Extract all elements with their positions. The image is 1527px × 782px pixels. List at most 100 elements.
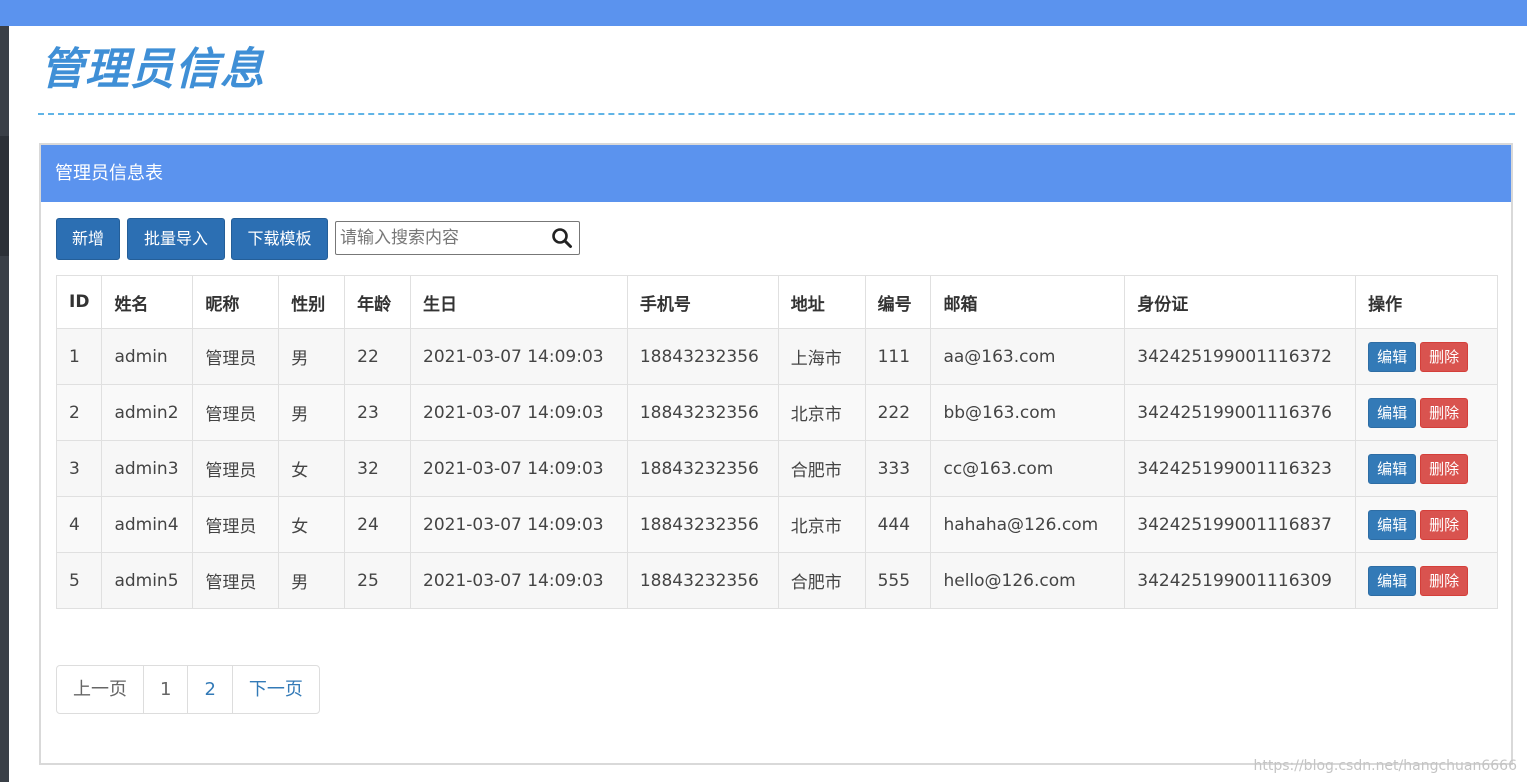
cell-id-card: 342425199001116323 (1124, 440, 1357, 497)
cell-number: 444 (864, 496, 932, 553)
cell-age: 32 (344, 440, 412, 497)
add-button[interactable]: 新增 (56, 218, 120, 260)
cell-actions: 编辑 删除 (1355, 384, 1498, 441)
cell-age: 23 (344, 384, 412, 441)
cell-id: 2 (55, 384, 103, 441)
table-row: 4 admin4 管理员 女 24 2021-03-07 14:09:03 18… (55, 496, 1498, 553)
title-divider (38, 113, 1515, 115)
cell-birthday: 2021-03-07 14:09:03 (410, 496, 628, 553)
search-box (335, 221, 580, 255)
search-input[interactable] (336, 222, 548, 254)
cell-number: 333 (864, 440, 932, 497)
cell-nickname: 管理员 (192, 440, 280, 497)
edit-button[interactable]: 编辑 (1368, 509, 1417, 540)
column-header-id-card[interactable]: 身份证 (1124, 275, 1357, 329)
batch-import-button[interactable]: 批量导入 (127, 218, 225, 260)
cell-email: bb@163.com (930, 384, 1126, 441)
edit-button[interactable]: 编辑 (1368, 397, 1417, 428)
edit-button[interactable]: 编辑 (1368, 453, 1417, 484)
column-header-email[interactable]: 邮箱 (930, 275, 1126, 329)
cell-birthday: 2021-03-07 14:09:03 (410, 440, 628, 497)
cell-birthday: 2021-03-07 14:09:03 (410, 384, 628, 441)
cell-name: admin5 (101, 552, 194, 609)
cell-phone: 18843232356 (626, 384, 779, 441)
delete-button[interactable]: 删除 (1420, 397, 1469, 428)
pagination-page-2[interactable]: 2 (187, 666, 231, 713)
pagination-page-1[interactable]: 1 (143, 666, 187, 713)
cell-id-card: 342425199001116309 (1124, 552, 1357, 609)
cell-actions: 编辑 删除 (1355, 440, 1498, 497)
cell-nickname: 管理员 (192, 552, 280, 609)
panel-heading: 管理员信息表 (41, 145, 1511, 202)
cell-id-card: 342425199001116837 (1124, 496, 1357, 553)
cell-birthday: 2021-03-07 14:09:03 (410, 328, 628, 385)
cell-gender: 男 (278, 552, 346, 609)
cell-id: 4 (55, 496, 103, 553)
page-title: 管理员信息 (40, 44, 265, 95)
cell-number: 555 (864, 552, 932, 609)
cell-address: 上海市 (777, 328, 866, 385)
table-row: 2 admin2 管理员 男 23 2021-03-07 14:09:03 18… (55, 384, 1498, 441)
cell-address: 合肥市 (777, 440, 866, 497)
left-sidebar-strip (0, 26, 9, 782)
column-header-address[interactable]: 地址 (777, 275, 866, 329)
cell-phone: 18843232356 (626, 552, 779, 609)
cell-gender: 男 (278, 328, 346, 385)
cell-gender: 男 (278, 384, 346, 441)
top-bar (0, 0, 1527, 26)
edit-button[interactable]: 编辑 (1368, 565, 1417, 596)
column-header-id[interactable]: ID (55, 275, 103, 329)
cell-id: 5 (55, 552, 103, 609)
column-header-nickname[interactable]: 昵称 (192, 275, 280, 329)
admin-info-panel: 管理员信息表 新增 批量导入 下载模板 ID 姓名 昵称 性别 年龄 生日 手机… (39, 143, 1513, 765)
cell-name: admin2 (101, 384, 194, 441)
cell-email: cc@163.com (930, 440, 1126, 497)
cell-phone: 18843232356 (626, 328, 779, 385)
admin-table: ID 姓名 昵称 性别 年龄 生日 手机号 地址 编号 邮箱 身份证 操作 1 … (55, 275, 1498, 609)
cell-email: aa@163.com (930, 328, 1126, 385)
delete-button[interactable]: 删除 (1420, 453, 1469, 484)
pagination-prev[interactable]: 上一页 (57, 666, 143, 713)
cell-name: admin4 (101, 496, 194, 553)
delete-button[interactable]: 删除 (1420, 565, 1469, 596)
table-header-row: ID 姓名 昵称 性别 年龄 生日 手机号 地址 编号 邮箱 身份证 操作 (55, 275, 1498, 329)
cell-number: 111 (864, 328, 932, 385)
cell-address: 合肥市 (777, 552, 866, 609)
cell-email: hello@126.com (930, 552, 1126, 609)
edit-button[interactable]: 编辑 (1368, 341, 1417, 372)
pagination: 上一页 1 2 下一页 (56, 665, 320, 714)
column-header-gender[interactable]: 性别 (278, 275, 346, 329)
table-row: 5 admin5 管理员 男 25 2021-03-07 14:09:03 18… (55, 552, 1498, 609)
search-icon[interactable] (551, 227, 573, 249)
cell-phone: 18843232356 (626, 440, 779, 497)
cell-phone: 18843232356 (626, 496, 779, 553)
cell-actions: 编辑 删除 (1355, 328, 1498, 385)
cell-age: 24 (344, 496, 412, 553)
column-header-birthday[interactable]: 生日 (410, 275, 628, 329)
column-header-number[interactable]: 编号 (864, 275, 932, 329)
column-header-actions: 操作 (1355, 275, 1498, 329)
delete-button[interactable]: 删除 (1420, 509, 1469, 540)
cell-actions: 编辑 删除 (1355, 496, 1498, 553)
cell-id-card: 342425199001116372 (1124, 328, 1357, 385)
pagination-next[interactable]: 下一页 (231, 666, 319, 713)
cell-nickname: 管理员 (192, 496, 280, 553)
cell-name: admin (101, 328, 194, 385)
cell-id-card: 342425199001116376 (1124, 384, 1357, 441)
cell-id: 1 (55, 328, 103, 385)
delete-button[interactable]: 删除 (1420, 341, 1469, 372)
cell-address: 北京市 (777, 496, 866, 553)
cell-actions: 编辑 删除 (1355, 552, 1498, 609)
column-header-phone[interactable]: 手机号 (626, 275, 779, 329)
cell-number: 222 (864, 384, 932, 441)
cell-age: 22 (344, 328, 412, 385)
column-header-name[interactable]: 姓名 (101, 275, 194, 329)
column-header-age[interactable]: 年龄 (344, 275, 412, 329)
cell-address: 北京市 (777, 384, 866, 441)
table-row: 1 admin 管理员 男 22 2021-03-07 14:09:03 188… (55, 328, 1498, 385)
cell-nickname: 管理员 (192, 328, 280, 385)
cell-birthday: 2021-03-07 14:09:03 (410, 552, 628, 609)
download-template-button[interactable]: 下载模板 (231, 218, 328, 260)
watermark: https://blog.csdn.net/hangchuan6666 (1253, 758, 1518, 774)
table-row: 3 admin3 管理员 女 32 2021-03-07 14:09:03 18… (55, 440, 1498, 497)
